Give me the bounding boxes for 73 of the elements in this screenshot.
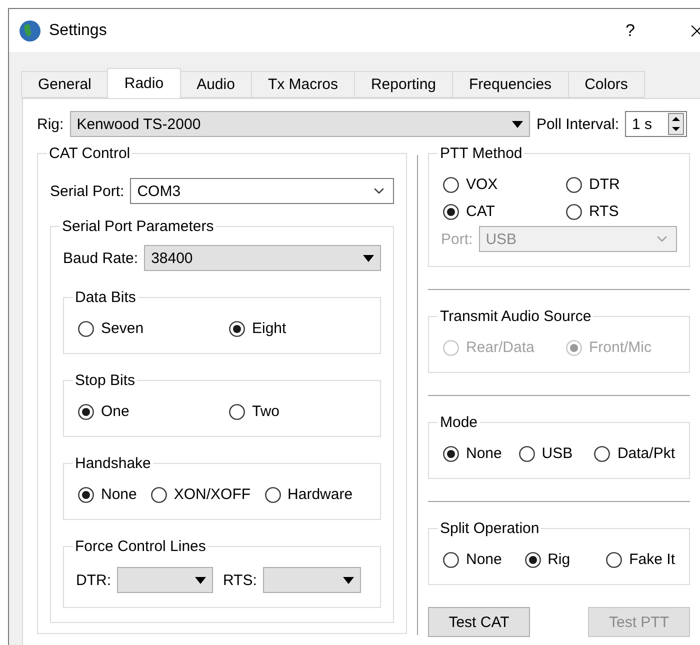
option-label: RTS: [589, 203, 619, 220]
group-title: CAT Control: [48, 145, 132, 162]
group-title: Transmit Audio Source: [439, 308, 592, 325]
radio-button[interactable]: [566, 204, 582, 220]
radio-button[interactable]: [229, 320, 245, 336]
radio-button[interactable]: [78, 486, 94, 502]
option-label: Rear/Data: [466, 339, 534, 356]
option-label: None: [466, 445, 502, 462]
tab[interactable]: Radio: [107, 68, 181, 98]
option-label: DTR: [589, 176, 620, 193]
radio-button[interactable]: [443, 204, 459, 220]
dropdown-arrow-icon: [512, 120, 524, 128]
tab[interactable]: Tx Macros: [250, 71, 355, 98]
serial-port-dropdown[interactable]: COM3: [130, 178, 394, 204]
port-label: Port:: [441, 230, 473, 248]
window-title: Settings: [49, 22, 108, 40]
serial-port-label: Serial Port:: [50, 182, 124, 200]
group-title: Stop Bits: [74, 372, 136, 389]
group-title: Mode: [439, 414, 479, 431]
rts-label: RTS:: [223, 572, 257, 588]
radio-button[interactable]: [606, 552, 622, 568]
option-label: Fake It: [629, 551, 675, 568]
tab[interactable]: Frequencies: [452, 71, 569, 98]
poll-interval-spinbox[interactable]: 1 s: [625, 111, 687, 137]
baud-rate-label: Baud Rate:: [63, 250, 138, 266]
tab[interactable]: Colors: [568, 71, 645, 98]
radio-button[interactable]: [443, 176, 459, 192]
radio-button[interactable]: [264, 486, 281, 502]
tab[interactable]: Audio: [180, 71, 252, 98]
option-label: CAT: [466, 203, 495, 220]
option-label: One: [101, 403, 130, 420]
option-label: Seven: [101, 320, 144, 337]
spin-arrows-icon: [668, 113, 684, 135]
dropdown-arrow-icon: [342, 576, 354, 584]
option-label: Two: [252, 403, 280, 420]
option-label: Rig: [548, 551, 570, 568]
option-label: None: [101, 486, 137, 503]
option-label: Data/Pkt: [617, 445, 675, 462]
option-label: USB: [542, 445, 573, 462]
tab[interactable]: General: [21, 71, 108, 98]
action-button[interactable]: Test CAT: [428, 607, 530, 637]
group-title: Handshake: [74, 455, 152, 472]
radio-button[interactable]: [594, 446, 610, 462]
radio-button[interactable]: [150, 486, 167, 502]
dropdown-arrow-icon: [363, 254, 374, 262]
option-label: XON/XOFF: [174, 486, 251, 503]
option-label: VOX: [466, 176, 498, 193]
radio-button[interactable]: [78, 404, 94, 420]
rig-label: Rig:: [37, 116, 64, 132]
option-label: Eight: [252, 320, 286, 337]
radio-button[interactable]: [518, 446, 535, 462]
radio-button[interactable]: [443, 446, 459, 462]
tab[interactable]: Reporting: [354, 71, 454, 98]
group-title: Data Bits: [74, 289, 137, 306]
rig-dropdown[interactable]: Kenwood TS-2000: [70, 111, 530, 137]
radio-button[interactable]: [566, 176, 582, 192]
group-title: PTT Method: [439, 145, 524, 162]
option-label: None: [466, 551, 502, 568]
help-button[interactable]: ?: [626, 20, 635, 40]
group-title: Serial Port Parameters: [61, 218, 215, 235]
group-title: Split Operation: [439, 520, 540, 537]
dropdown-arrow-icon: [195, 576, 206, 584]
radio-button[interactable]: [443, 552, 459, 568]
group-title: Force Control Lines: [74, 538, 207, 555]
radio-button[interactable]: [229, 404, 245, 420]
globe-icon: [19, 20, 41, 42]
option-label: Front/Mic: [589, 339, 652, 356]
baud-rate-dropdown[interactable]: 38400: [144, 245, 381, 271]
dtr-label: DTR:: [76, 572, 111, 588]
option-label: Hardware: [288, 486, 353, 503]
radio-button[interactable]: [524, 552, 541, 568]
radio-button[interactable]: [78, 320, 94, 336]
poll-interval-label: Poll Interval:: [536, 116, 619, 132]
